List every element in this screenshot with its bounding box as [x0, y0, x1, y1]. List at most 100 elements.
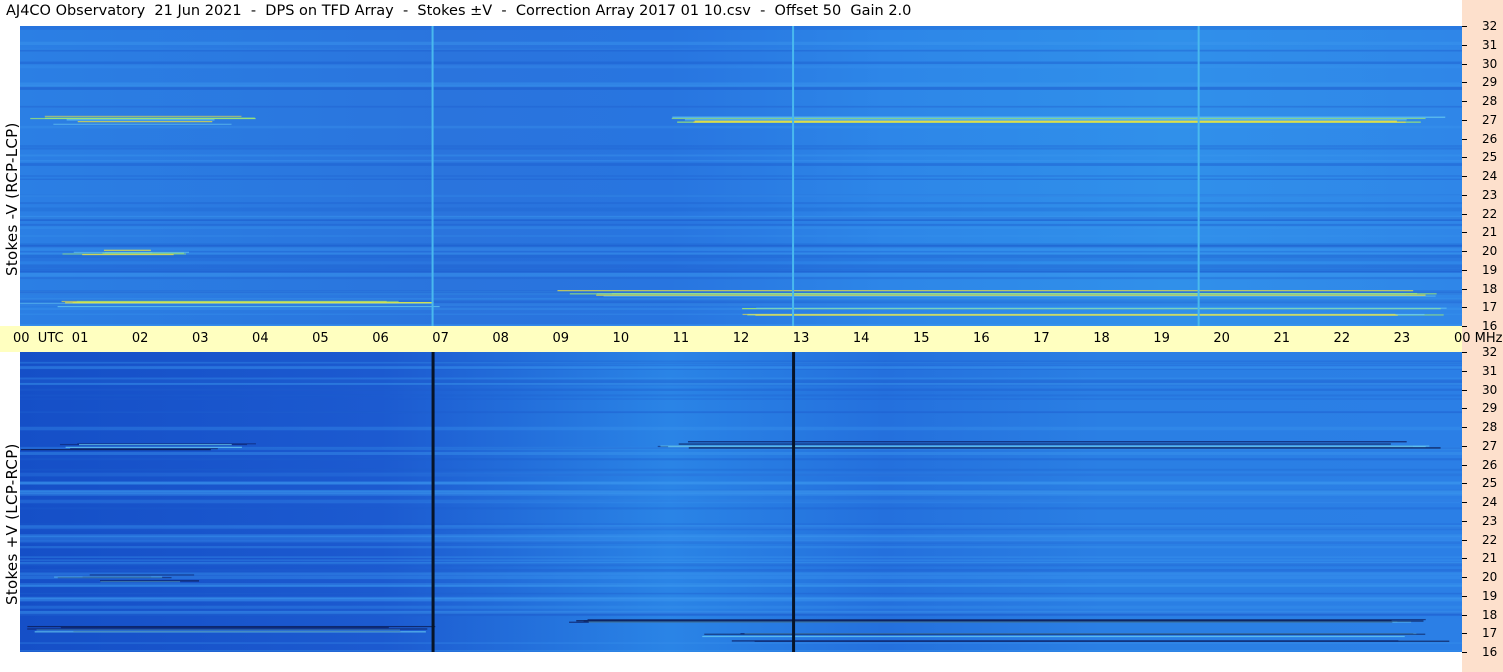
heatmap-noise-band: [20, 251, 1462, 253]
frequency-tick: [1462, 157, 1467, 159]
heatmap-noise-band: [20, 86, 1462, 90]
frequency-tick: [1462, 326, 1467, 327]
heatmap-noise-band: [20, 426, 1462, 431]
heatmap-noise-band: [20, 526, 1462, 531]
heatmap-noise-band: [20, 523, 1462, 525]
heatmap-emission-band: [100, 580, 200, 582]
heatmap-emission-band: [70, 448, 218, 450]
heatmap-emission-band: [756, 307, 1447, 309]
frequency-tick: [1462, 307, 1467, 309]
top-spectrogram: [20, 26, 1462, 326]
heatmap-emission-band: [34, 631, 426, 633]
heatmap-emission-band: [671, 117, 1426, 120]
frequency-tick-label: 30: [1482, 56, 1498, 71]
heatmap-noise-band: [20, 596, 1462, 600]
chart-title: AJ4CO Observatory 21 Jun 2021 - DPS on T…: [6, 3, 912, 19]
heatmap-emission-band: [44, 115, 242, 117]
bottom-panel-ylabel: Stokes +V (LCP-RCP): [3, 443, 21, 605]
time-axis-label: 01: [71, 331, 89, 346]
heatmap-noise-band: [20, 481, 1462, 485]
frequency-tick: [1462, 558, 1467, 560]
heatmap-emission-band: [76, 300, 399, 303]
time-axis-label: 05: [312, 331, 329, 346]
heatmap-emission-band: [77, 121, 213, 123]
heatmap-noise-band: [20, 160, 1462, 162]
frequency-tick: [1462, 652, 1467, 653]
heatmap-emission-band: [60, 626, 389, 629]
heatmap-noise-band: [20, 546, 1462, 549]
heatmap-emission-band: [53, 123, 232, 125]
time-axis-label: 15: [912, 331, 930, 346]
time-axis-label: 21: [1273, 331, 1291, 346]
heatmap-noise-band: [20, 499, 1462, 504]
frequency-tick: [1462, 251, 1467, 252]
heatmap-noise-band: [20, 534, 1462, 538]
heatmap-noise-band: [20, 562, 1462, 567]
frequency-tick-label: 32: [1482, 19, 1498, 33]
frequency-tick: [1462, 502, 1467, 503]
vertical-artifact-line: [792, 26, 795, 326]
frequency-tick-label: 31: [1482, 37, 1498, 52]
frequency-tick-label: 19: [1482, 588, 1498, 603]
heatmap-noise-band: [20, 268, 1462, 273]
frequency-tick-label: 29: [1482, 401, 1498, 416]
heatmap-noise-band: [20, 360, 1462, 365]
frequency-tick: [1462, 577, 1467, 578]
heatmap-emission-band: [704, 633, 1426, 635]
heatmap-emission-band: [44, 117, 255, 119]
top-panel-ylabel: Stokes -V (RCP-LCP): [3, 122, 21, 276]
heatmap-emission-band: [103, 249, 151, 251]
frequency-tick: [1462, 595, 1467, 597]
top-spectrogram-panel: [20, 26, 1462, 326]
heatmap-emission-band: [755, 314, 1398, 316]
heatmap-noise-band: [20, 202, 1462, 205]
time-axis-label: 12: [732, 331, 750, 346]
heatmap-emission-band: [27, 628, 428, 630]
frequency-tick: [1462, 26, 1467, 27]
time-axis-label: 03: [191, 331, 209, 346]
heatmap-emission-band: [596, 294, 1426, 296]
time-axis-label-start: 00 UTC: [13, 331, 64, 346]
heatmap-noise-band: [20, 572, 1462, 575]
heatmap-emission-band: [583, 620, 1424, 622]
heatmap-noise-band: [20, 556, 1462, 558]
frequency-tick: [1462, 269, 1467, 271]
heatmap-noise-band: [20, 154, 1462, 157]
frequency-tick-label: 24: [1482, 495, 1498, 509]
heatmap-emission-band: [660, 445, 1430, 447]
frequency-tick: [1462, 520, 1467, 522]
time-axis-label: 20: [1213, 331, 1230, 346]
heatmap-noise-band: [20, 541, 1462, 544]
heatmap-noise-band: [20, 264, 1462, 269]
heatmap-noise-band: [20, 48, 1462, 50]
frequency-tick: [1462, 352, 1467, 353]
frequency-tick-label: 24: [1482, 169, 1498, 183]
vertical-artifact-line: [431, 26, 434, 326]
time-axis-label: 09: [552, 331, 570, 346]
heatmap-emission-band: [54, 576, 163, 578]
time-axis-label: 18: [1093, 331, 1110, 346]
frequency-tick: [1462, 427, 1467, 428]
heatmap-emission-band: [89, 574, 195, 576]
time-axis-label: 06: [372, 331, 389, 346]
frequency-tick: [1462, 483, 1467, 485]
heatmap-noise-band: [20, 592, 1462, 595]
frequency-tick: [1462, 408, 1467, 410]
heatmap-noise-band: [20, 26, 1462, 30]
heatmap-emission-band: [693, 121, 1406, 123]
heatmap-noise-band: [20, 207, 1462, 212]
time-axis-label: 08: [492, 331, 509, 346]
heatmap-noise-band: [20, 468, 1462, 471]
heatmap-emission-band: [731, 640, 1399, 642]
frequency-tick-label: 17: [1482, 300, 1498, 315]
heatmap-emission-band: [57, 305, 440, 308]
frequency-tick-label: 20: [1482, 570, 1498, 584]
heatmap-noise-band: [20, 223, 1462, 227]
time-axis-label: 16: [973, 331, 990, 346]
frequency-tick-label: 21: [1482, 225, 1498, 240]
frequency-tick: [1462, 445, 1467, 447]
frequency-tick: [1462, 138, 1467, 140]
heatmap-noise-band: [20, 473, 1462, 477]
frequency-tick-label: 26: [1482, 131, 1498, 146]
heatmap-emission-band: [82, 253, 174, 256]
